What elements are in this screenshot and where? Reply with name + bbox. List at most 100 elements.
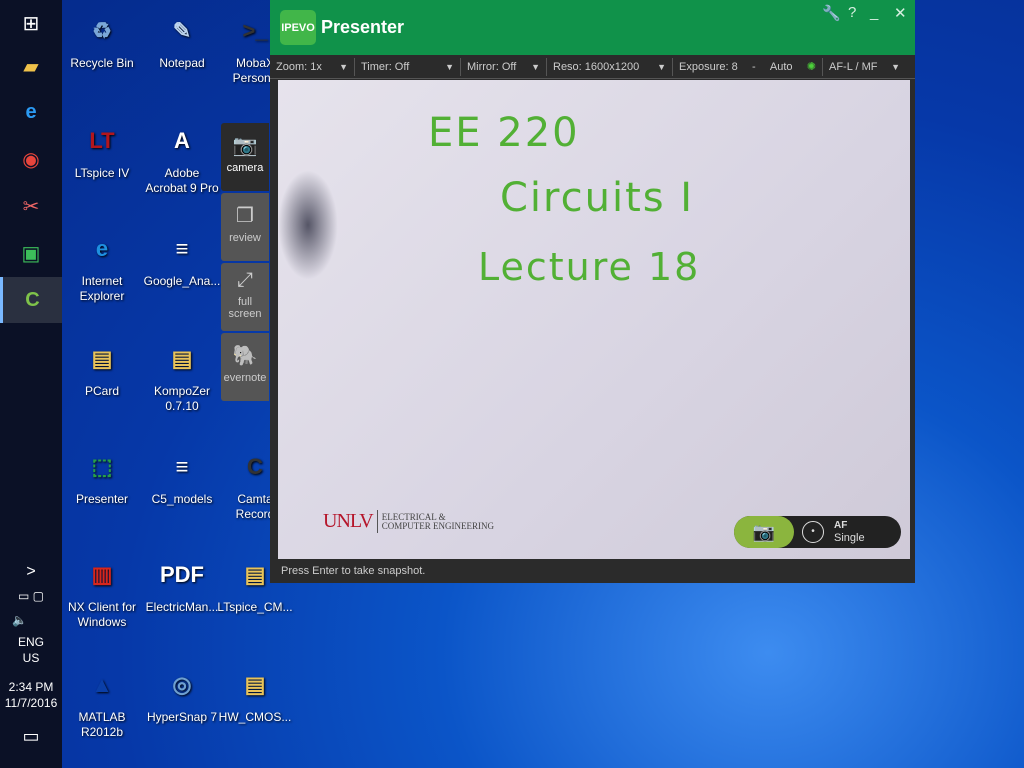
af-label: AF (834, 520, 848, 531)
language-indicator[interactable]: ENG US (0, 634, 62, 666)
timer-dropdown[interactable]: Timer: Off ▼ (354, 57, 460, 76)
internet-explorer-icon[interactable]: e (0, 89, 62, 135)
icon-label: HW_CMOS... (218, 710, 292, 724)
shortcut-icon: PDF (160, 561, 204, 587)
shortcut-icon: ≡ (175, 235, 189, 261)
icon-label: Notepad (159, 56, 205, 70)
shortcut-icon: e (95, 235, 109, 261)
shortcut-icon: ▤ (91, 345, 113, 371)
shortcut-icon: ⬚ (91, 453, 113, 479)
desktop-icon-nx-client-for[interactable]: ▥ NX Client for Windows (62, 552, 142, 630)
side-panel: 📷 camera ❐ review ⤢ full screen 🐘 evernote (221, 123, 269, 403)
shortcut-icon: ▲ (91, 671, 113, 697)
desktop-icon-adobe[interactable]: A Adobe Acrobat 9 Pro (142, 118, 222, 196)
settings-wrench-icon[interactable]: 🔧 (822, 4, 841, 22)
tray-expand-icon[interactable]: > (0, 564, 62, 580)
shortcut-icon: LT (89, 127, 115, 153)
chevron-down-icon: ▼ (339, 61, 348, 72)
review-icon: ❐ (236, 205, 254, 227)
ipevo-logo: IPEVO (280, 10, 316, 45)
camera-label: camera (226, 162, 264, 174)
taskbar: ⊞ ▰ e ◉ ✂ ▣ C > ▭ ▢ 🔈 ENG US 2:34 PM 11/7/… (0, 0, 62, 768)
chevron-down-icon: ▼ (891, 61, 900, 72)
time: 2:34 PM (8, 680, 54, 694)
date: 11/7/2016 (4, 696, 58, 710)
icon-label: ElectricMan... (145, 600, 219, 614)
snipping-tool-icon[interactable]: ✂ (0, 183, 62, 229)
autofocus-icon[interactable]: • (802, 521, 824, 543)
shortcut-icon: ▤ (244, 671, 266, 697)
ipevo-presenter-icon[interactable]: ▣ (0, 230, 62, 276)
snapshot-button[interactable]: 📷 (734, 516, 794, 548)
icon-label: Internet Explorer (79, 274, 125, 303)
icon-label: Recycle Bin (70, 56, 134, 70)
desktop-icon-ltspice-iv[interactable]: LT LTspice IV (62, 118, 142, 181)
icon-label: LTspice IV (74, 166, 130, 180)
clock[interactable]: 2:34 PM 11/7/2016 (0, 679, 62, 711)
evernote-button[interactable]: 🐘 evernote (221, 333, 269, 401)
language: ENG (17, 635, 44, 649)
icon-label: Adobe Acrobat 9 Pro (145, 166, 219, 195)
power-network-icons[interactable]: ▭ ▢ (0, 588, 62, 604)
af-dropdown[interactable]: AF-L / MF ▼ (822, 57, 906, 76)
full-screen-label: full screen (228, 296, 262, 320)
review-label: review (229, 232, 261, 244)
icon-label: LTspice_CM... (217, 600, 293, 614)
chrome-icon[interactable]: ◉ (0, 136, 62, 182)
zoom-value: Zoom: 1x (276, 60, 322, 73)
action-center-icon[interactable]: ▭ (0, 727, 62, 745)
camera-button[interactable]: 📷 camera (221, 123, 269, 191)
shortcut-icon: ▥ (91, 561, 113, 587)
windows-start-icon[interactable]: ⊞ (0, 0, 62, 46)
status-bar: Press Enter to take snapshot. (270, 559, 915, 583)
icon-label: HyperSnap 7 (146, 710, 218, 724)
desktop-icon-recycle-bin[interactable]: ♻ Recycle Bin (62, 8, 142, 71)
exposure-auto[interactable]: Auto (770, 61, 793, 73)
exposure-minus[interactable]: - (752, 61, 756, 73)
presenter-window: IPEVO Presenter 🔧 ? _ ✕ Zoom: 1x ▼ Timer:… (270, 0, 915, 583)
resolution-dropdown[interactable]: Reso: 1600x1200 ▼ (546, 57, 672, 76)
icon-label: KompoZer 0.7.10 (153, 384, 211, 413)
app-title: Presenter (321, 17, 405, 37)
af-mode[interactable]: Single (834, 532, 865, 544)
help-icon[interactable]: ? (848, 4, 856, 21)
toolbar: Zoom: 1x ▼ Timer: Off ▼ Mirror: Off ▼ Reso:… (270, 55, 915, 79)
desktop-icon-pcard[interactable]: ▤ PCard (62, 336, 142, 399)
camera-view[interactable]: EE 220 Circuits I Lecture 18 UNLV ELECTR… (278, 80, 910, 559)
desktop-icon-hw-cmos-[interactable]: ▤ HW_CMOS... (215, 662, 295, 725)
region: US (22, 651, 40, 665)
icon-label: Presenter (75, 492, 129, 506)
dept-line-2: COMPUTER ENGINEERING (381, 520, 494, 531)
desktop-icon-matlab[interactable]: ▲ MATLAB R2012b (62, 662, 142, 740)
chevron-down-icon: ▼ (445, 61, 454, 72)
file-explorer-icon[interactable]: ▰ (0, 43, 62, 89)
camera-icon: 📷 (232, 135, 258, 157)
shortcut-icon: ▤ (171, 345, 193, 371)
desktop-icon-google-ana-[interactable]: ≡ Google_Ana... (142, 226, 222, 289)
minimize-icon[interactable]: _ (870, 4, 878, 21)
icon-label: NX Client for Windows (67, 600, 137, 629)
desktop-icon-c5-models[interactable]: ≡ C5_models (142, 444, 222, 507)
chevron-down-icon: ▼ (531, 61, 540, 72)
af-value: AF-L / MF (829, 60, 878, 73)
desktop-icon-presenter[interactable]: ⬚ Presenter (62, 444, 142, 507)
desktop-icon-electricman-[interactable]: PDF ElectricMan... (142, 552, 222, 615)
desktop-icon-internet[interactable]: e Internet Explorer (62, 226, 142, 304)
icon-label: MATLAB R2012b (78, 710, 126, 739)
evernote-label: evernote (223, 372, 267, 384)
desktop-icon-hypersnap-7[interactable]: ◎ HyperSnap 7 (142, 662, 222, 725)
brightness-icon[interactable]: ✺ (807, 60, 816, 73)
title-bar[interactable]: IPEVO Presenter 🔧 ? _ ✕ (270, 0, 915, 55)
review-button[interactable]: ❐ review (221, 193, 269, 261)
volume-icon[interactable]: 🔈 (0, 612, 62, 628)
exposure-control[interactable]: Exposure: 8 - Auto ✺ (672, 57, 822, 76)
chevron-down-icon: ▼ (657, 61, 666, 72)
camtasia-icon[interactable]: C (0, 277, 62, 323)
desktop-icon-notepad[interactable]: ✎ Notepad (142, 8, 222, 71)
timer-value: Timer: Off (361, 60, 410, 73)
mirror-dropdown[interactable]: Mirror: Off ▼ (460, 57, 546, 76)
close-icon[interactable]: ✕ (894, 4, 907, 22)
full-screen-button[interactable]: ⤢ full screen (221, 263, 269, 331)
zoom-dropdown[interactable]: Zoom: 1x ▼ (270, 58, 354, 76)
desktop-icon-kompozer[interactable]: ▤ KompoZer 0.7.10 (142, 336, 222, 414)
